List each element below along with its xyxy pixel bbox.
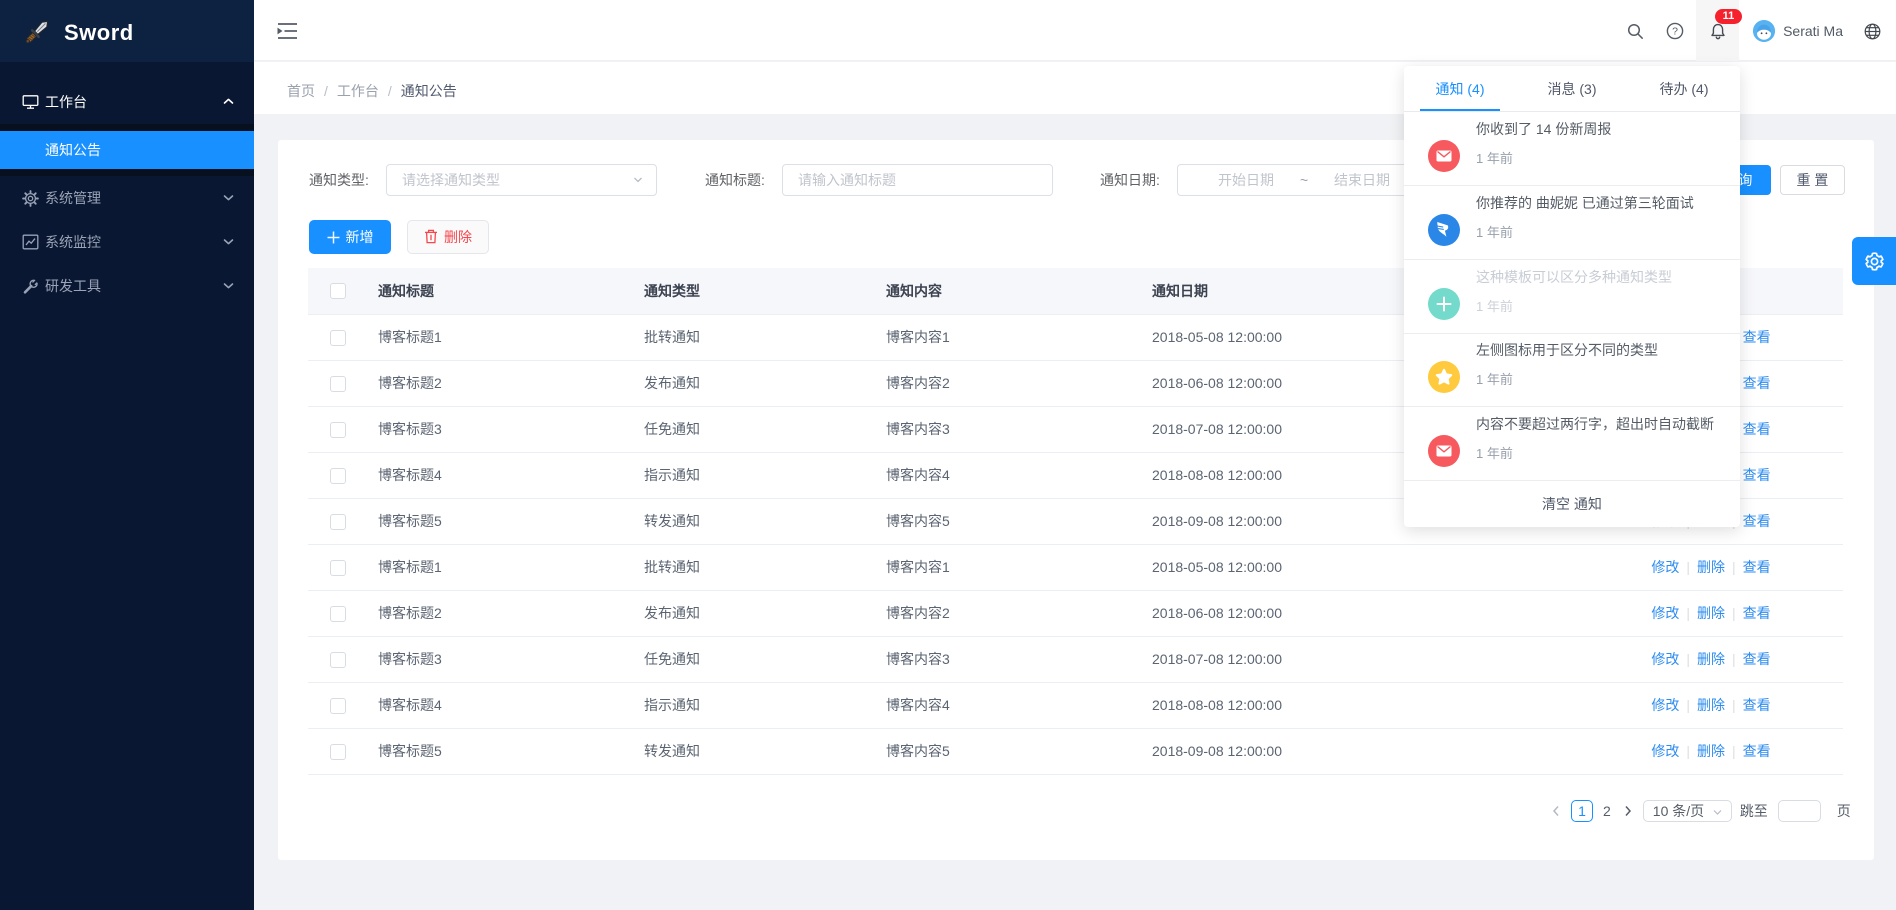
svg-text:?: ? [1672,26,1678,38]
